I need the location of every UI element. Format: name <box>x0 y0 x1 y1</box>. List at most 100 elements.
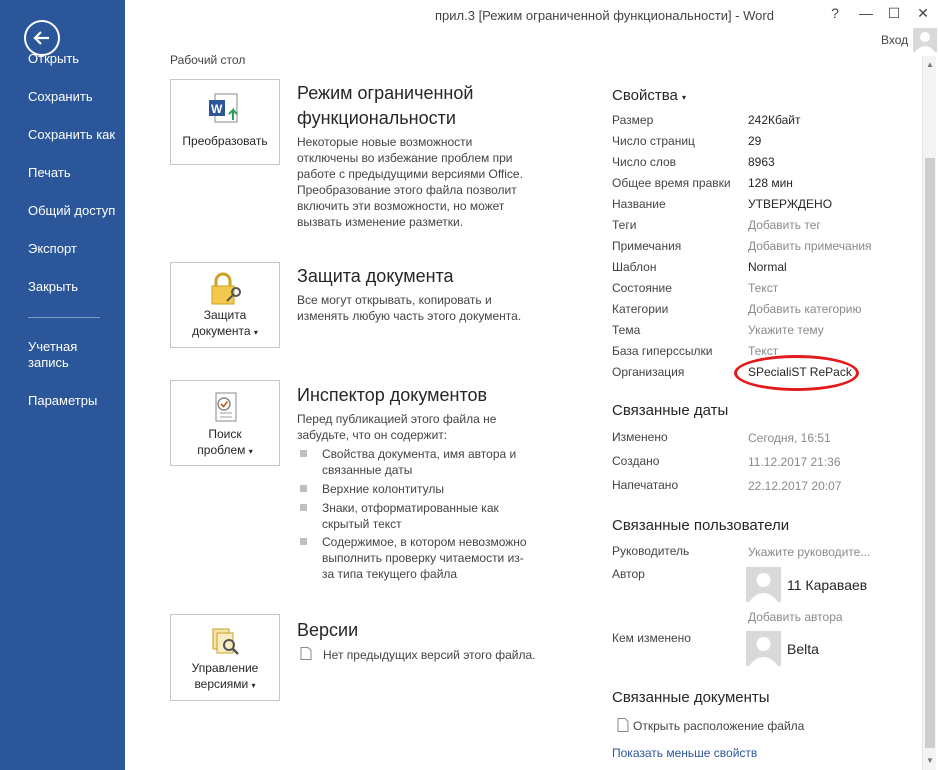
nav-save[interactable]: Сохранить <box>28 89 93 104</box>
versions-icon <box>207 625 243 659</box>
compat-title-line2: функциональности <box>297 108 456 128</box>
prop-label-template: Шаблон <box>612 260 657 274</box>
maximize-button[interactable]: ☐ <box>884 5 904 22</box>
nav-export[interactable]: Экспорт <box>28 241 77 256</box>
inspect-desc-1: Перед публикацией этого файла не <box>297 412 497 426</box>
scroll-up-icon[interactable]: ▲ <box>925 60 935 69</box>
nav-share[interactable]: Общий доступ <box>28 203 115 218</box>
scroll-down-icon[interactable]: ▼ <box>925 756 935 765</box>
manage-versions-label-1: Управление <box>191 661 259 675</box>
add-author-link[interactable]: Добавить автора <box>748 610 843 624</box>
author-name[interactable]: 11 Караваев <box>787 577 867 593</box>
date-value-created: 11.12.2017 21:36 <box>748 455 841 469</box>
protect-desc-1: Все могут открывать, копировать и <box>297 293 492 307</box>
nav-separator <box>28 317 100 318</box>
prop-label-subject: Тема <box>612 323 641 337</box>
nav-print[interactable]: Печать <box>28 165 71 180</box>
prop-label-company: Организация <box>612 365 685 379</box>
prop-label-size: Размер <box>612 113 654 127</box>
prop-value-size: 242Кбайт <box>748 113 801 127</box>
convert-label: Преобразовать <box>182 134 268 148</box>
compat-desc-1: Некоторые новые возможности <box>297 135 473 149</box>
check-issues-button[interactable]: Поиск проблем ▾ <box>170 380 280 466</box>
compat-desc-3: работе с предыдущими версиями Office. <box>297 167 523 181</box>
prop-value-edit-time: 128 мин <box>748 176 793 190</box>
show-fewer-properties-link[interactable]: Показать меньше свойств <box>612 746 757 760</box>
help-button[interactable]: ? <box>825 5 845 21</box>
nav-save-as[interactable]: Сохранить как <box>28 127 115 142</box>
prop-label-hyperlink-base: База гиперссылки <box>612 344 713 358</box>
versions-title: Версии <box>297 620 359 640</box>
prop-value-title[interactable]: УТВЕРЖДЕНО <box>748 197 832 211</box>
prop-label-pages: Число страниц <box>612 134 695 148</box>
prop-value-tags[interactable]: Добавить тег <box>748 218 821 232</box>
modified-by-label: Кем изменено <box>612 631 691 645</box>
author-label: Автор <box>612 567 645 581</box>
prop-value-pages: 29 <box>748 134 762 148</box>
word-convert-icon: W <box>207 92 243 126</box>
user-avatar[interactable] <box>913 28 937 52</box>
prop-label-tags: Теги <box>612 218 637 232</box>
inspect-desc-2: забудьте, что он содержит: <box>297 428 448 442</box>
compat-desc-6: вызвать изменение разметки. <box>297 215 464 229</box>
inspect-title: Инспектор документов <box>297 385 488 405</box>
date-label-modified: Изменено <box>612 430 668 444</box>
compat-desc-4: Преобразование этого файла позволит <box>297 183 517 197</box>
close-button[interactable]: ✕ <box>913 5 933 22</box>
prop-label-comments: Примечания <box>612 239 682 253</box>
sign-in-link[interactable]: Вход <box>881 33 908 47</box>
svg-text:W: W <box>211 102 223 116</box>
prop-label-status: Состояние <box>612 281 672 295</box>
nav-account[interactable]: Учетная запись <box>28 339 98 371</box>
red-highlight-circle <box>734 355 859 391</box>
protect-label-1: Защита <box>203 308 247 322</box>
prop-value-template: Normal <box>748 260 787 274</box>
properties-heading[interactable]: Свойства ▾ <box>612 87 686 104</box>
lock-key-icon <box>207 272 243 306</box>
prop-label-categories: Категории <box>612 302 669 316</box>
nav-open[interactable]: Открыть <box>28 51 79 66</box>
check-issues-label-2: проблем ▾ <box>197 443 253 457</box>
open-file-location-link[interactable]: Открыть расположение файла <box>633 719 804 733</box>
vertical-scrollbar[interactable]: ▲ ▼ <box>922 56 936 770</box>
date-label-created: Создано <box>612 454 660 468</box>
scroll-thumb[interactable] <box>925 158 935 748</box>
nav-options[interactable]: Параметры <box>28 393 97 408</box>
file-location: Рабочий стол <box>170 53 246 67</box>
prop-value-comments[interactable]: Добавить примечания <box>748 239 872 253</box>
versions-desc: Нет предыдущих версий этого файла. <box>323 648 536 662</box>
modified-by-name[interactable]: Belta <box>787 641 819 657</box>
minimize-button[interactable]: — <box>856 5 876 21</box>
dates-heading: Связанные даты <box>612 402 729 419</box>
prop-value-status[interactable]: Текст <box>748 281 778 295</box>
inspect-document-icon <box>207 391 243 425</box>
window-title: прил.3 [Режим ограниченной функционально… <box>435 8 774 23</box>
docs-heading: Связанные документы <box>612 689 770 706</box>
title-bar: прил.3 [Режим ограниченной функционально… <box>125 0 938 32</box>
prop-value-subject[interactable]: Укажите тему <box>748 323 824 337</box>
people-heading: Связанные пользователи <box>612 517 790 534</box>
protect-label-2: документа ▾ <box>192 324 258 338</box>
prop-label-words: Число слов <box>612 155 677 169</box>
date-value-modified: Сегодня, 16:51 <box>748 431 831 445</box>
modified-by-avatar <box>746 631 781 666</box>
manager-value[interactable]: Укажите руководите... <box>748 545 870 559</box>
manage-versions-button[interactable]: Управление версиями ▾ <box>170 614 280 701</box>
manager-label: Руководитель <box>612 544 690 558</box>
protect-title: Защита документа <box>297 266 454 286</box>
convert-button[interactable]: W Преобразовать <box>170 79 280 165</box>
author-avatar <box>746 567 781 602</box>
prop-label-edit-time: Общее время правки <box>612 176 731 190</box>
check-issues-label-1: Поиск <box>208 427 242 441</box>
nav-close[interactable]: Закрыть <box>28 279 78 294</box>
prop-value-categories[interactable]: Добавить категорию <box>748 302 862 316</box>
protect-document-button[interactable]: Защита документа ▾ <box>170 262 280 348</box>
folder-file-icon <box>617 718 629 732</box>
protect-desc-2: изменять любую часть этого документа. <box>297 309 522 323</box>
backstage-sidebar: Открыть Сохранить Сохранить как Печать О… <box>0 0 125 770</box>
document-icon <box>300 647 312 660</box>
compat-desc-5: включить эти возможности, но может <box>297 199 505 213</box>
prop-label-title: Название <box>612 197 666 211</box>
date-label-printed: Напечатано <box>612 478 679 492</box>
manage-versions-label-2: версиями ▾ <box>194 677 256 691</box>
